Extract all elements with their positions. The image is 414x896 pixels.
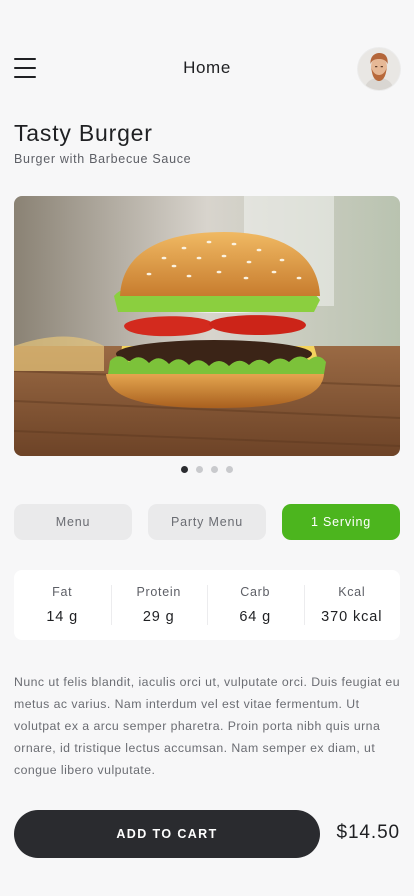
tab-party-menu[interactable]: Party Menu — [148, 504, 266, 540]
carousel-dot[interactable] — [226, 466, 233, 473]
product-title: Tasty Burger — [14, 120, 153, 146]
app-header: Home — [14, 48, 400, 90]
nutrition-label: Protein — [136, 585, 181, 599]
avatar[interactable] — [358, 48, 400, 90]
carousel-dot[interactable] — [211, 466, 218, 473]
carousel-indicator — [0, 466, 414, 473]
nutrition-value: 14 g — [46, 609, 79, 625]
tab-menu[interactable]: Menu — [14, 504, 132, 540]
product-subtitle: Burger with Barbecue Sauce — [14, 152, 192, 166]
nutrition-card: Fat 14 g Protein 29 g Carb 64 g Kcal 370… — [14, 570, 400, 640]
product-description: Nunc ut felis blandit, iaculis orci ut, … — [14, 675, 401, 777]
nutrition-value: 29 g — [142, 609, 175, 625]
serving-tabs: Menu Party Menu 1 Serving — [14, 504, 400, 540]
nutrition-fat: Fat 14 g — [14, 585, 111, 625]
nutrition-label: Carb — [240, 585, 271, 599]
nutrition-value: 64 g — [239, 609, 272, 625]
carousel-dot[interactable] — [181, 466, 188, 473]
avatar-image — [358, 48, 400, 90]
nutrition-label: Kcal — [338, 585, 366, 599]
page-title: Home — [183, 58, 231, 77]
nutrition-protein: Protein 29 g — [110, 585, 208, 625]
nutrition-value: 370 kcal — [321, 609, 383, 625]
tab-1-serving[interactable]: 1 Serving — [282, 504, 400, 540]
nutrition-carb: Carb 64 g — [207, 585, 304, 625]
nutrition-label: Fat — [52, 585, 73, 599]
product-price: $14.50 — [336, 822, 400, 843]
burger-photo[interactable] — [14, 196, 400, 456]
carousel-dot[interactable] — [196, 466, 203, 473]
add-to-cart-button[interactable]: ADD TO CART — [14, 810, 320, 858]
burger-illustration — [14, 196, 400, 456]
nutrition-kcal: Kcal 370 kcal — [303, 585, 401, 625]
